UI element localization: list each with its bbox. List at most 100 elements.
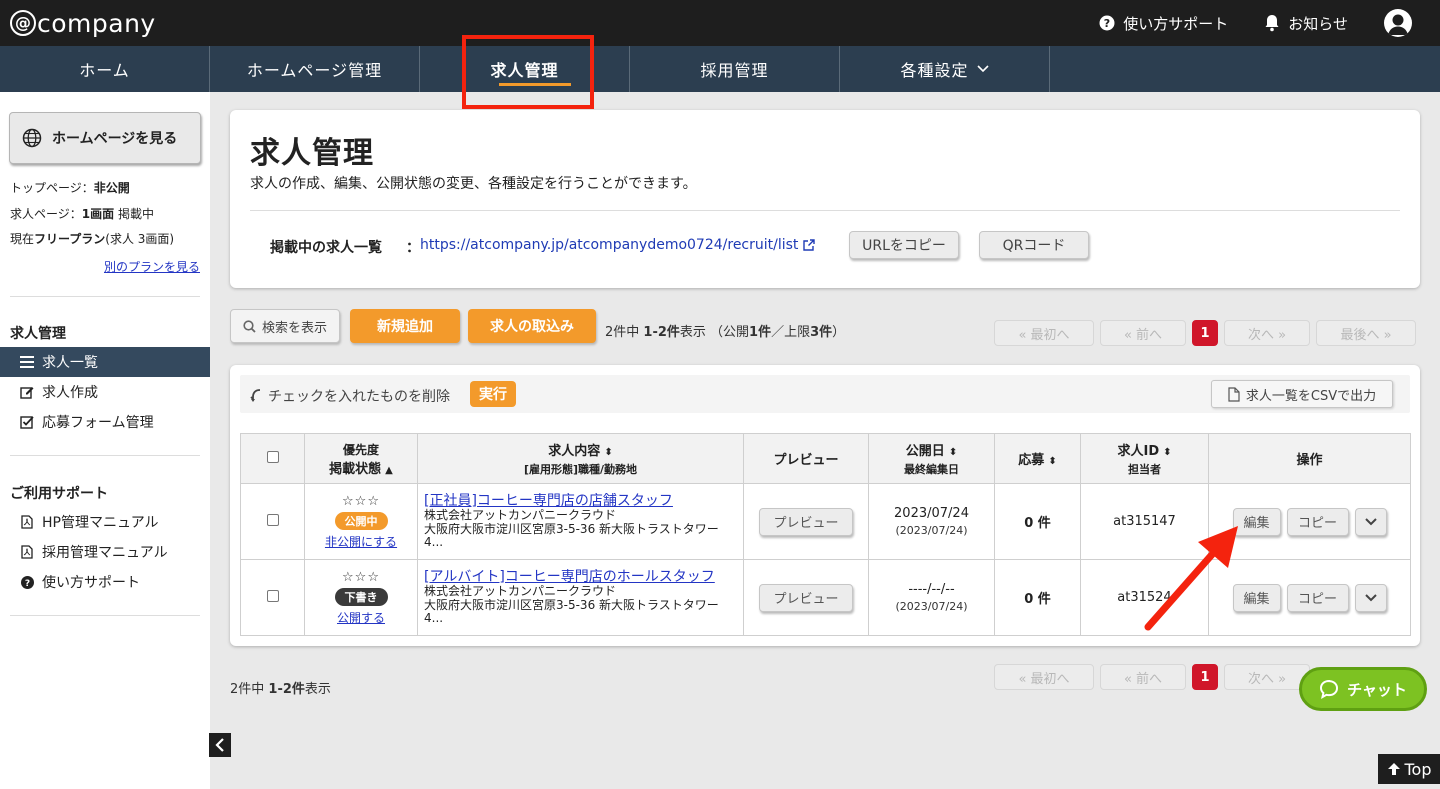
header-status[interactable]: 優先度 掲載状態 ▲	[304, 433, 418, 484]
export-csv-button[interactable]: 求人一覧をCSVで出力	[1211, 380, 1393, 408]
job-address: 大阪府大阪市淀川区宮原3-5-36 新大阪トラストタワー4...	[424, 522, 719, 550]
section-job-management: 求人管理	[10, 326, 66, 342]
sidebar-item-job-create[interactable]: 求人作成	[0, 377, 210, 407]
nav-settings[interactable]: 各種設定	[840, 46, 1050, 92]
qr-code-button[interactable]: QRコード	[979, 231, 1089, 259]
other-plan-link[interactable]: 別のプランを見る	[104, 258, 200, 275]
status-cell: ☆☆☆ 下書き 公開する	[304, 559, 418, 636]
pager-prev[interactable]: « 前へ	[1100, 320, 1186, 346]
nav-settings-label: 各種設定	[900, 61, 969, 80]
nav-home-label: ホーム	[79, 61, 130, 80]
pager-next[interactable]: 次へ »	[1224, 320, 1310, 346]
header-id-label: 求人ID	[1117, 444, 1160, 459]
toggle-status-link[interactable]: 公開する	[305, 609, 417, 626]
application-count: 0 件	[1024, 516, 1051, 531]
pager-current[interactable]: 1	[1192, 320, 1218, 346]
chat-label: チャット	[1347, 680, 1407, 699]
user-avatar[interactable]	[1384, 9, 1412, 37]
apps-cell: 0 件	[994, 483, 1081, 560]
nav-home[interactable]: ホーム	[0, 46, 210, 92]
logo[interactable]: @ company	[10, 8, 156, 38]
header-apps[interactable]: 応募 ⬍	[994, 433, 1081, 484]
copy-button[interactable]: コピー	[1286, 507, 1349, 536]
execute-button[interactable]: 実行	[470, 381, 516, 407]
sidebar-item-usage-support[interactable]: ? 使い方サポート	[0, 567, 210, 597]
pagination-top: « 最初へ « 前へ 1 次へ » 最後へ »	[994, 320, 1422, 346]
show-search-button[interactable]: 検索を表示	[230, 309, 340, 343]
pager-current[interactable]: 1	[1192, 664, 1218, 690]
chat-button[interactable]: チャット	[1299, 667, 1427, 711]
header-id-sub: 担当者	[1128, 463, 1161, 476]
file-icon	[1228, 386, 1240, 402]
header-id[interactable]: 求人ID ⬍ 担当者	[1080, 433, 1209, 484]
header-date-label: 公開日	[905, 444, 945, 459]
pager-first[interactable]: « 最初へ	[994, 320, 1094, 346]
chevron-down-icon	[976, 65, 989, 73]
header-status-label: 掲載状態	[329, 461, 382, 477]
status-badge: 公開中	[334, 511, 388, 530]
copy-button[interactable]: コピー	[1286, 583, 1349, 612]
chevron-down-icon	[1364, 517, 1377, 526]
sidebar-item-label: 求人作成	[42, 385, 98, 401]
status-badge: 下書き	[334, 587, 388, 606]
priority-stars[interactable]: ☆☆☆	[342, 494, 380, 509]
toggle-status-link[interactable]: 非公開にする	[305, 533, 417, 550]
sidebar-item-label: 採用管理マニュアル	[42, 545, 168, 561]
date-cell: ----/--/-- (2023/07/24)	[868, 559, 995, 636]
header-date-sub: 最終編集日	[904, 463, 959, 476]
pager-last[interactable]: 最後へ »	[1316, 320, 1416, 346]
page-title: 求人管理	[250, 136, 374, 171]
top-bar: @ company ? 使い方サポート お知らせ	[0, 0, 1440, 46]
sidebar-collapse-button[interactable]	[209, 733, 231, 757]
bulk-text: チェックを入れたものを削除	[268, 389, 450, 405]
priority-stars[interactable]: ☆☆☆	[342, 570, 380, 585]
table-header-row: 優先度 掲載状態 ▲ 求人内容 ⬍ [雇用形態]職種/勤務地 プレビュー 公開日 ⬍ 最終編…	[240, 433, 1411, 484]
notifications-label: お知らせ	[1288, 14, 1348, 33]
sort-icon: ⬍	[1048, 456, 1057, 467]
url-colon: ：	[406, 240, 420, 256]
nav-recruitment-management[interactable]: 採用管理	[630, 46, 840, 92]
sidebar-item-form-management[interactable]: 応募フォーム管理	[0, 407, 210, 437]
job-title-link[interactable]: [アルバイト]コーヒー専門店のホールスタッフ	[424, 569, 737, 585]
header-checkbox-cell	[240, 433, 305, 484]
preview-button[interactable]: プレビュー	[759, 507, 853, 536]
job-list-url-link[interactable]: https://atcompany.jp/atcompanydemo0724/r…	[420, 237, 816, 253]
support-link[interactable]: ? 使い方サポート	[1099, 13, 1228, 34]
preview-button[interactable]: プレビュー	[759, 583, 853, 612]
pager-first[interactable]: « 最初へ	[994, 664, 1094, 690]
sidebar-item-label: 使い方サポート	[42, 575, 140, 591]
header-apps-label: 応募	[1018, 453, 1045, 468]
job-title-link[interactable]: [正社員]コーヒー専門店の店舗スタッフ	[424, 493, 737, 509]
application-count: 0 件	[1024, 592, 1051, 607]
notifications-link[interactable]: お知らせ	[1264, 13, 1348, 34]
header-content-sub: [雇用形態]職種/勤務地	[523, 463, 638, 476]
chevron-down-icon	[1364, 593, 1377, 602]
search-icon	[243, 319, 256, 333]
select-all-checkbox[interactable]	[266, 450, 279, 463]
main-nav: ホーム ホームページ管理 求人管理 採用管理 各種設定	[0, 46, 1440, 92]
url-text: https://atcompany.jp/atcompanydemo0724/r…	[420, 237, 799, 253]
add-new-button[interactable]: 新規追加	[350, 309, 460, 343]
sidebar-item-hp-manual[interactable]: HP管理マニュアル	[0, 507, 210, 537]
row-checkbox[interactable]	[266, 513, 279, 526]
svg-text:?: ?	[1104, 17, 1110, 30]
header-date[interactable]: 公開日 ⬍ 最終編集日	[868, 433, 995, 484]
back-to-top-button[interactable]: Top	[1378, 754, 1440, 784]
external-link-icon	[803, 239, 816, 251]
preview-cell: プレビュー	[743, 483, 869, 560]
sidebar-item-recruit-manual[interactable]: 採用管理マニュアル	[0, 537, 210, 567]
row-checkbox[interactable]	[266, 589, 279, 602]
copy-url-button[interactable]: URLをコピー	[849, 231, 959, 259]
nav-homepage-management[interactable]: ホームページ管理	[210, 46, 420, 92]
more-dropdown-button[interactable]	[1354, 507, 1387, 536]
pager-next[interactable]: 次へ »	[1224, 664, 1310, 690]
sidebar-item-job-list[interactable]: 求人一覧	[0, 347, 210, 377]
sort-icon: ⬍	[604, 447, 613, 458]
import-jobs-button[interactable]: 求人の取込み	[468, 309, 596, 343]
divider	[250, 210, 1400, 211]
page-description: 求人の作成、編集、公開状態の変更、各種設定を行うことができます。	[250, 176, 697, 192]
more-dropdown-button[interactable]	[1354, 583, 1387, 612]
pager-prev[interactable]: « 前へ	[1100, 664, 1186, 690]
view-homepage-button[interactable]: ホームページを見る	[9, 112, 201, 164]
header-content[interactable]: 求人内容 ⬍ [雇用形態]職種/勤務地	[417, 433, 744, 484]
